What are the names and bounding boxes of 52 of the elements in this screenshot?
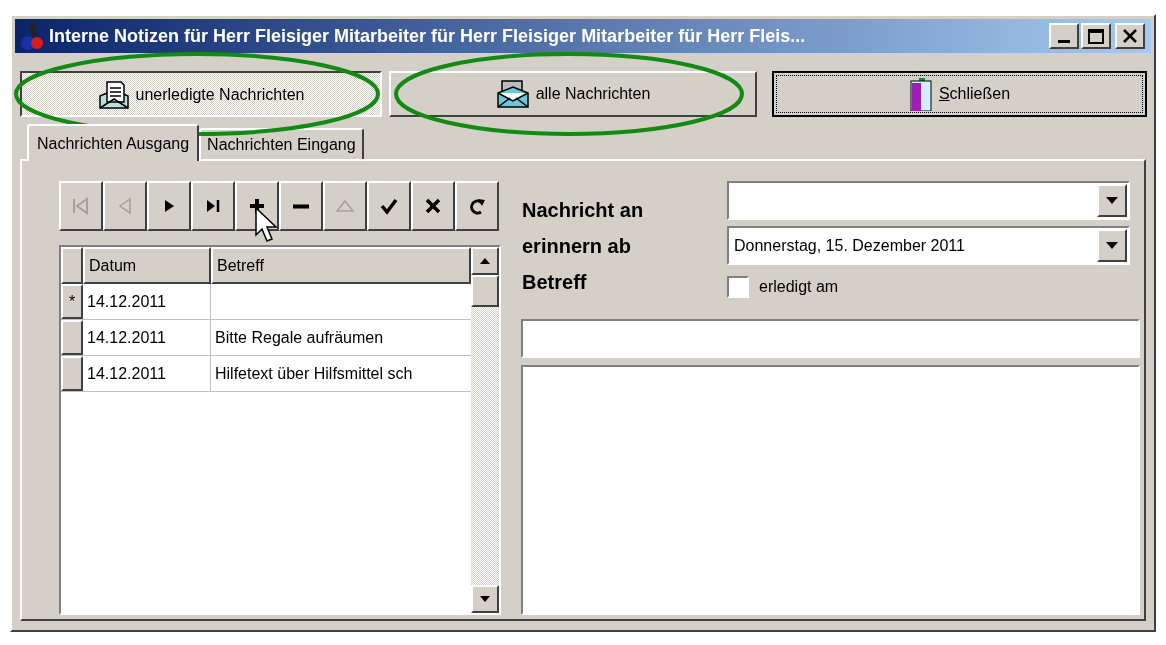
maximize-button[interactable]	[1081, 23, 1111, 49]
tab[interactable]: Nachrichten Eingang	[199, 128, 364, 159]
navigator-button[interactable]	[367, 181, 411, 231]
scroll-down-icon[interactable]	[480, 596, 490, 602]
table-cell: 14.12.2011	[83, 320, 211, 355]
navigator-button[interactable]	[191, 181, 235, 231]
app-icon	[19, 21, 45, 51]
date-dropdown[interactable]: Donnerstag, 15. Dezember 2011	[727, 226, 1130, 265]
scroll-thumb[interactable]	[471, 275, 499, 307]
filter-button[interactable]: alle Nachrichten	[389, 71, 757, 117]
scrollbar[interactable]	[471, 247, 499, 613]
refresh-icon	[468, 197, 486, 215]
row-indicator[interactable]	[61, 320, 83, 355]
navigator-button[interactable]	[147, 181, 191, 231]
table-cell: 14.12.2011	[83, 284, 211, 319]
field-label: Betreff	[522, 270, 588, 295]
check-icon	[380, 197, 398, 215]
dropdown-arrow-icon[interactable]	[1106, 197, 1118, 204]
subject-field[interactable]	[521, 319, 1140, 358]
scroll-up-icon[interactable]	[480, 258, 490, 264]
checkbox[interactable]	[727, 276, 749, 298]
filter-button[interactable]: unerledigte Nachrichten	[20, 71, 382, 117]
window-title: Interne Notizen für Herr Fleisiger Mitarbeiter für Herr Fleisiger Mitarbeiter für Herr Fleis...	[49, 24, 807, 48]
column-header[interactable]: Betreff	[211, 247, 471, 284]
navigator-button[interactable]	[411, 181, 455, 231]
dropdown-arrow-icon[interactable]	[1106, 242, 1118, 249]
recipient-dropdown[interactable]	[727, 181, 1130, 220]
first-record-icon	[72, 197, 90, 215]
table-cell: 14.12.2011	[83, 356, 211, 391]
row-indicator[interactable]: *	[61, 284, 83, 319]
navigator-button[interactable]	[455, 181, 499, 231]
table-cell-text: Bitte Regale aufräumen	[214, 327, 385, 348]
checkbox-label: erledigt am	[759, 277, 839, 297]
minimize-button[interactable]	[1049, 23, 1079, 49]
minus-icon	[292, 203, 310, 209]
close-button[interactable]: Schließen	[772, 71, 1147, 117]
table-cell-text: Hilfetext über Hilfsmittel sch	[214, 363, 414, 384]
navigator-button[interactable]	[279, 181, 323, 231]
document-envelope-icon	[97, 80, 130, 110]
field-label: erinnern ab	[522, 234, 632, 259]
close-icon[interactable]	[1115, 23, 1145, 49]
field-label: Nachricht an	[522, 198, 645, 223]
row-indicator[interactable]	[61, 356, 83, 391]
tab[interactable]: Nachrichten Ausgang	[27, 124, 200, 161]
column-header[interactable]: Datum	[83, 247, 211, 284]
previous-icon	[116, 197, 134, 215]
last-record-icon	[204, 197, 222, 215]
envelope-icon	[495, 79, 530, 109]
cross-icon	[424, 197, 442, 215]
door-icon	[908, 77, 933, 111]
triangle-icon	[336, 197, 354, 215]
mouse-cursor-icon	[255, 207, 279, 243]
